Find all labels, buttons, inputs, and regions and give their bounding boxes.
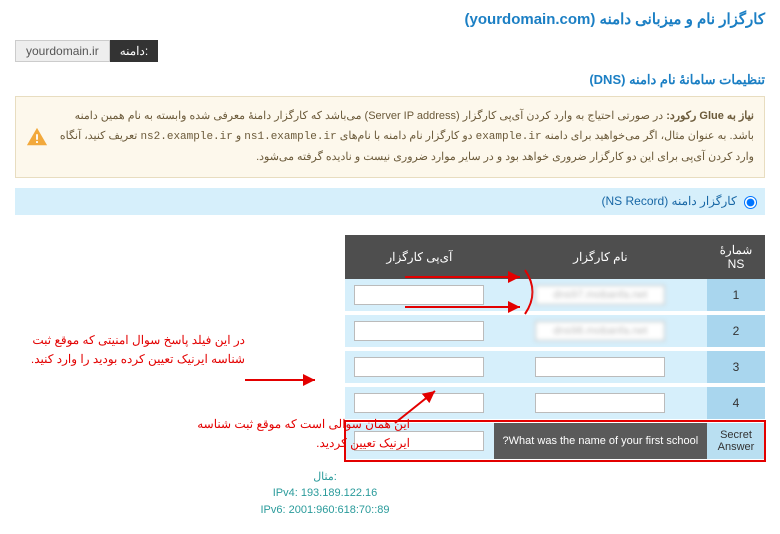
notice-and: و xyxy=(233,130,241,142)
ns-ip-input[interactable] xyxy=(354,393,484,413)
ns-name-input[interactable] xyxy=(535,285,665,305)
example-ipv6: IPv6: 2001:960:618:70::89 xyxy=(260,504,389,516)
ns-number-cell: 4 xyxy=(707,385,765,421)
notice-code-3: ns2.example.ir xyxy=(140,131,232,143)
ns-ip-input[interactable] xyxy=(354,321,484,341)
ns-ip-input[interactable] xyxy=(354,357,484,377)
page-title: کارگزار نام و میزبانی دامنه (yourdomain.… xyxy=(15,10,765,28)
ns-name-cell xyxy=(494,385,707,421)
ns-name-input[interactable] xyxy=(535,393,665,413)
ns-name-input[interactable] xyxy=(535,357,665,377)
ns-name-input[interactable] xyxy=(535,321,665,341)
domain-value: yourdomain.ir xyxy=(15,40,110,62)
arrow-to-answer-icon xyxy=(245,365,325,395)
th-ns-number: شمارهٔ NS xyxy=(707,235,765,279)
example-ipv4: IPv4: 193.189.122.16 xyxy=(273,487,378,499)
notice-code-1: example.ir xyxy=(476,131,542,143)
tab-ns-record-label[interactable]: کارگزار دامنه (NS Record) xyxy=(602,194,737,208)
ns-table-wrap: در این فیلد پاسخ سوال امنیتی که موقع ثبت… xyxy=(255,235,765,519)
domain-label: دامنه: xyxy=(110,40,159,62)
ip-example: مثال: IPv4: 193.189.122.16 IPv6: 2001:96… xyxy=(255,469,395,519)
annotation-answer-field: در این فیلد پاسخ سوال امنیتی که موقع ثبت… xyxy=(30,331,245,369)
tab-ns-record-radio[interactable] xyxy=(744,196,757,209)
ns-number-cell: 1 xyxy=(707,279,765,313)
th-ns-ip: آی‌پی کارگزار xyxy=(345,235,494,279)
secret-answer-label: Secret Answer xyxy=(707,421,765,461)
example-label: مثال: xyxy=(313,471,337,483)
annotation-question: این همان سوالی است که موقع ثبت شناسه ایر… xyxy=(190,415,410,453)
notice-mid: دو کارگزار نام دامنه با نام‌های xyxy=(337,130,473,142)
ns-ip-cell xyxy=(345,349,494,385)
table-row: 3 xyxy=(345,349,765,385)
warning-icon xyxy=(26,126,48,148)
secret-question: What was the name of your first school? xyxy=(494,421,707,461)
ns-ip-input[interactable] xyxy=(354,285,484,305)
dns-settings-title: تنظیمات سامانهٔ نام دامنه (DNS) xyxy=(15,72,765,88)
domain-row: yourdomain.irدامنه: xyxy=(15,40,765,62)
ns-number-cell: 3 xyxy=(707,349,765,385)
tab-bar: کارگزار دامنه (NS Record) xyxy=(15,188,765,214)
ns-number-cell: 2 xyxy=(707,313,765,349)
table-row: 2 xyxy=(345,313,765,349)
notice-strong: نیاز به Glue رکورد: xyxy=(666,110,754,122)
th-ns-name: نام کارگزار xyxy=(494,235,707,279)
title-domain: (yourdomain.com) xyxy=(465,11,596,28)
table-row: 1 xyxy=(345,279,765,313)
ns-name-cell xyxy=(494,279,707,313)
ns-name-cell xyxy=(494,349,707,385)
ns-ip-cell xyxy=(345,313,494,349)
notice-code-2: ns1.example.ir xyxy=(244,131,336,143)
glue-notice: نیاز به Glue رکورد: در صورتی احتیاج به و… xyxy=(15,96,765,178)
ns-ip-cell xyxy=(345,279,494,313)
ns-name-cell xyxy=(494,313,707,349)
title-prefix: کارگزار نام و میزبانی دامنه xyxy=(600,11,765,28)
